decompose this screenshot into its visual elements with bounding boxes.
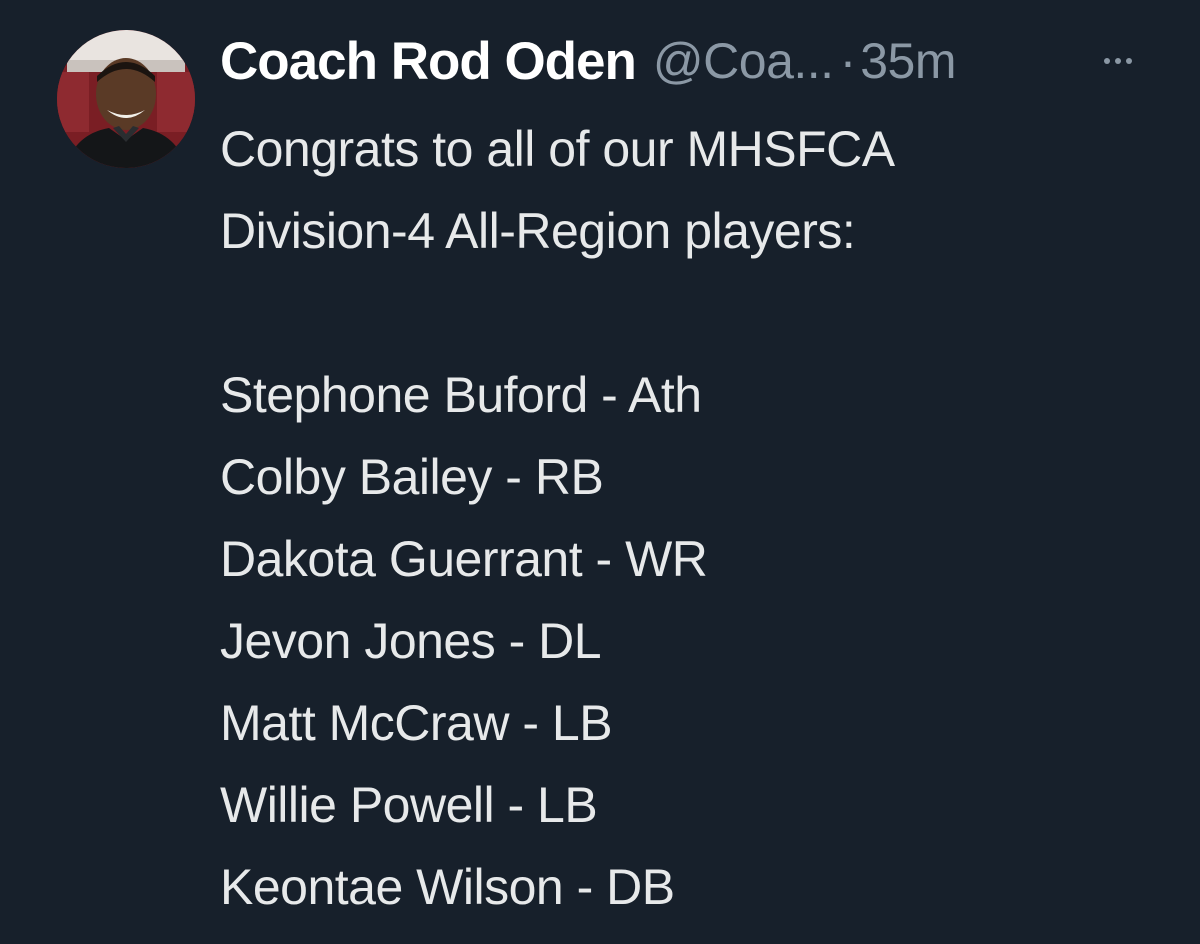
avatar[interactable] <box>57 30 195 168</box>
tweet-text: Congrats to all of our MHSFCA Division-4… <box>220 108 1160 928</box>
author-handle[interactable]: @Coa... <box>653 32 834 90</box>
player-item: Willie Powell - LB <box>220 777 598 833</box>
player-item: Dakota Guerrant - WR <box>220 531 708 587</box>
more-horizontal-icon <box>1104 58 1132 64</box>
tweet-header: Coach Rod Oden @Coa... · 35m <box>220 28 956 94</box>
player-item: Matt McCraw - LB <box>220 695 613 751</box>
player-item: Jevon Jones - DL <box>220 613 602 669</box>
player-item: Keontae Wilson - DB <box>220 859 675 915</box>
player-item: Colby Bailey - RB <box>220 449 604 505</box>
more-options-button[interactable] <box>1096 46 1140 76</box>
tweet-text-line: Division-4 All-Region players: <box>220 203 856 259</box>
tweet-timestamp[interactable]: 35m <box>860 32 956 90</box>
tweet-text-line: Congrats to all of our MHSFCA <box>220 121 895 177</box>
avatar-image <box>57 30 195 168</box>
separator-dot: · <box>839 33 857 89</box>
tweet[interactable]: Coach Rod Oden @Coa... · 35m Congrats to… <box>0 0 1200 944</box>
author-name[interactable]: Coach Rod Oden <box>220 31 637 92</box>
player-item: Stephone Buford - Ath <box>220 367 702 423</box>
